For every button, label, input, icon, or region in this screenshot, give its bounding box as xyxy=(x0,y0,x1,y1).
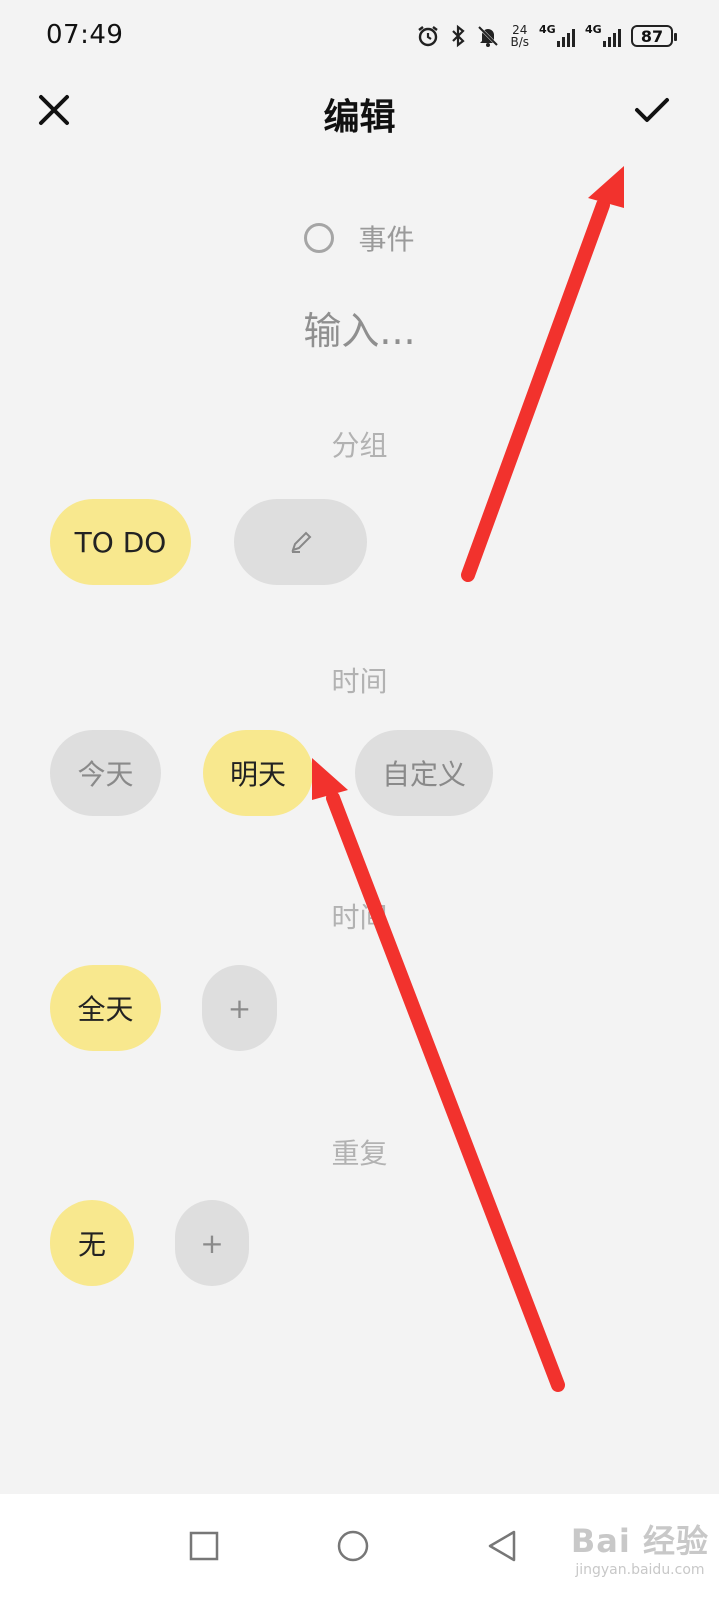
triangle-back-icon xyxy=(488,1530,516,1562)
back-button[interactable] xyxy=(480,1524,524,1568)
annotation-arrows xyxy=(312,166,624,1392)
arrow-to-tomorrow xyxy=(312,758,565,1392)
circle-icon xyxy=(337,1530,369,1562)
recents-button[interactable] xyxy=(182,1524,226,1568)
home-button[interactable] xyxy=(331,1524,375,1568)
square-icon xyxy=(189,1531,219,1561)
watermark-main: Bai 经验 xyxy=(570,1522,709,1560)
watermark-sub: jingyan.baidu.com xyxy=(575,1562,705,1578)
watermark: Bai 经验 jingyan.baidu.com xyxy=(571,1494,709,1600)
arrow-to-confirm xyxy=(461,166,624,582)
